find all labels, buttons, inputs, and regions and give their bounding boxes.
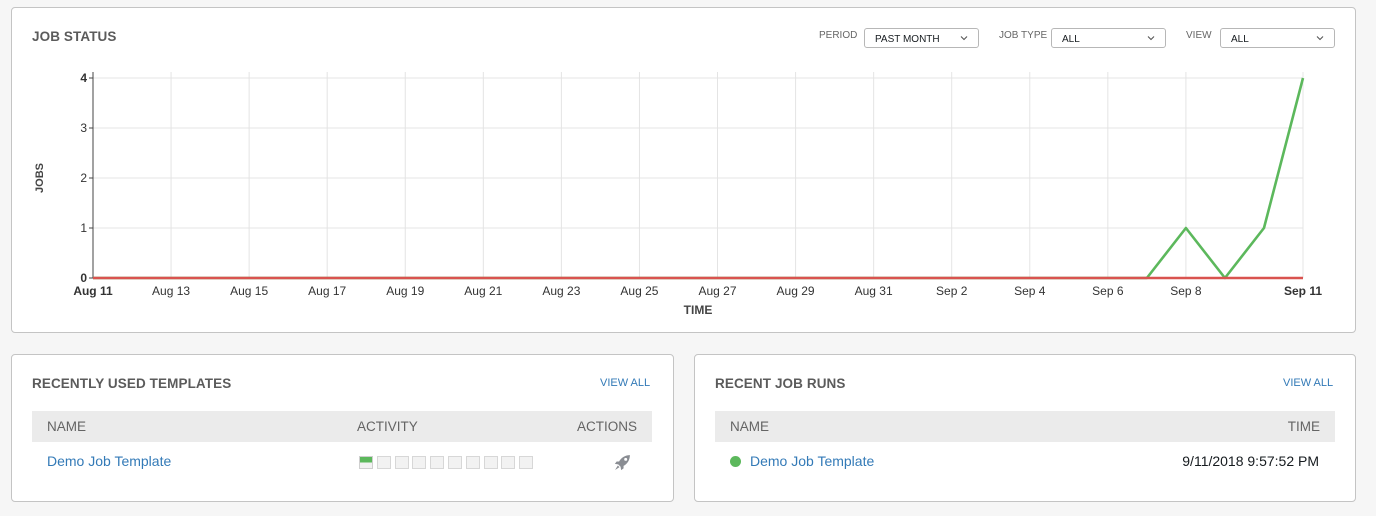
x-tick-label: Aug 15 <box>230 284 268 298</box>
y-tick-label: 2 <box>80 171 87 185</box>
sparkline-bar[interactable] <box>448 456 462 469</box>
sparkline-bar[interactable] <box>430 456 445 469</box>
sparkline-bar[interactable] <box>501 456 516 469</box>
sparkline-bar[interactable] <box>376 456 391 469</box>
table-row: Demo Job Template <box>32 451 652 473</box>
x-tick-label: Aug 27 <box>698 284 736 298</box>
x-tick-label: Sep 6 <box>1092 284 1124 298</box>
x-tick-label: Aug 13 <box>152 284 190 298</box>
job-status-panel: JOB STATUS PERIOD PAST MONTH JOB TYPE AL… <box>11 7 1356 333</box>
job-run-time: 9/11/2018 9:57:52 PM <box>1182 453 1319 469</box>
sparkline-bar[interactable] <box>519 456 534 469</box>
recent-job-runs-panel: RECENT JOB RUNS VIEW ALL NAME TIME Demo … <box>694 354 1356 502</box>
templates-table-header: NAME ACTIVITY ACTIONS <box>32 411 652 442</box>
y-axis-label: JOBS <box>34 163 46 193</box>
job-run-name-link[interactable]: Demo Job Template <box>750 453 874 469</box>
job-status-chart: Aug 11 Aug 13 Aug 15 Aug 17 Aug 19 Aug 21 Aug … <box>34 71 1322 317</box>
sparkline-bar[interactable] <box>465 456 480 469</box>
rocket-icon[interactable] <box>614 454 631 471</box>
recent-job-runs-title: RECENT JOB RUNS <box>715 376 846 391</box>
recent-templates-panel: RECENTLY USED TEMPLATES VIEW ALL NAME AC… <box>11 354 674 502</box>
x-tick-label: Aug 17 <box>308 284 346 298</box>
column-header-name: NAME <box>47 419 87 434</box>
column-header-activity: ACTIVITY <box>357 419 418 434</box>
x-tick-label: Aug 23 <box>542 284 580 298</box>
x-tick-label: Aug 29 <box>777 284 815 298</box>
x-tick-label: Aug 19 <box>386 284 424 298</box>
y-tick-label: 0 <box>80 271 87 285</box>
y-tick-label: 4 <box>80 71 87 85</box>
x-tick-label: Sep 4 <box>1014 284 1046 298</box>
x-tick-label: Aug 31 <box>855 284 893 298</box>
runs-table-header: NAME TIME <box>715 411 1335 442</box>
sparkline-bar[interactable] <box>359 456 373 469</box>
sparkline-bar[interactable] <box>412 456 427 469</box>
x-tick-label: Sep 11 <box>1284 284 1322 298</box>
sparkline-bar[interactable] <box>394 456 409 469</box>
column-header-time: TIME <box>1287 419 1320 434</box>
x-tick-label: Sep 2 <box>936 284 968 298</box>
column-header-actions: ACTIONS <box>576 419 637 434</box>
x-tick-label: Aug 11 <box>73 284 113 298</box>
templates-view-all-link[interactable]: VIEW ALL <box>600 377 650 389</box>
table-row: Demo Job Template 9/11/2018 9:57:52 PM <box>715 451 1335 473</box>
template-name-link[interactable]: Demo Job Template <box>47 453 171 469</box>
y-tick-label: 1 <box>80 221 87 235</box>
sparkline-bar[interactable] <box>483 456 498 469</box>
x-tick-label: Aug 25 <box>620 284 658 298</box>
status-success-icon <box>730 456 741 467</box>
x-axis-label: TIME <box>684 303 713 317</box>
x-tick-label: Aug 21 <box>464 284 502 298</box>
column-header-name: NAME <box>730 419 770 434</box>
x-tick-label: Sep 8 <box>1170 284 1202 298</box>
y-tick-label: 3 <box>80 121 87 135</box>
recent-templates-title: RECENTLY USED TEMPLATES <box>32 376 232 391</box>
runs-view-all-link[interactable]: VIEW ALL <box>1283 377 1333 389</box>
